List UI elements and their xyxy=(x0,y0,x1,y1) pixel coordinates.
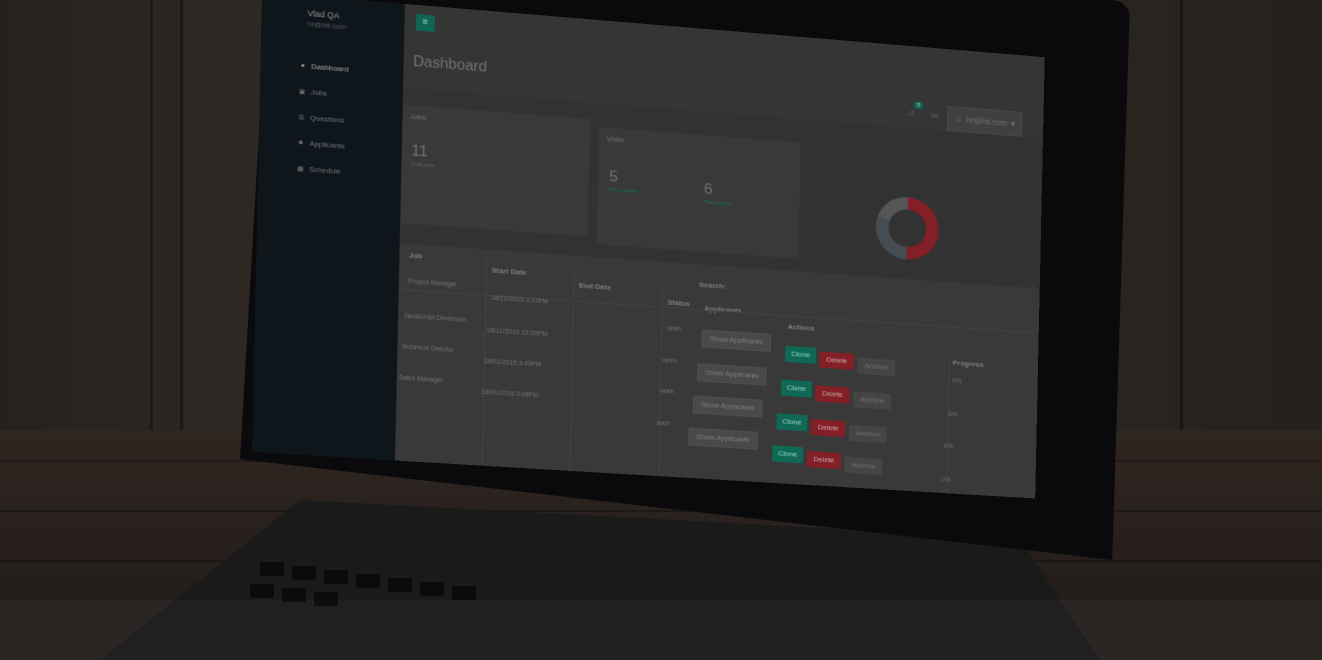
cell-job: Technical Director xyxy=(401,343,454,354)
sidebar-item-schedule[interactable]: ▦ Schedule xyxy=(296,164,401,180)
cell-status: open xyxy=(666,325,682,333)
archive-button[interactable]: Archive xyxy=(853,391,892,410)
visits-this-label: This month xyxy=(703,199,731,208)
jobs-panel: Jobs 11 Total jobs xyxy=(400,104,591,237)
cell-status: open xyxy=(659,387,675,396)
delete-button[interactable]: Delete xyxy=(815,385,850,404)
table-divider xyxy=(658,288,664,478)
sidebar-item-dashboard[interactable]: ● Dashboard xyxy=(299,61,404,78)
app-window: Vlad QA hr@hit.com ● Dashboard ▣ Jobs ☰ … xyxy=(252,0,1045,499)
cell-start-date: 18/12/2015 12:00PM xyxy=(486,327,548,338)
table-header-actions: Actions xyxy=(787,322,815,333)
user-menu-label: hr@hit.com xyxy=(966,115,1008,128)
show-applicants-button[interactable]: Show Applicants xyxy=(688,427,759,450)
cell-status: open xyxy=(655,420,671,428)
clone-button[interactable]: Clone xyxy=(780,379,812,398)
wall-plank xyxy=(180,0,183,440)
mail-icon[interactable]: ✉ xyxy=(931,111,938,121)
search-label: Search: xyxy=(699,280,727,291)
clone-button[interactable]: Clone xyxy=(772,445,804,464)
cell-start-date: 18/01/2016 3:48PM xyxy=(481,389,539,400)
jobs-panel-title: Jobs xyxy=(409,112,427,122)
table-header-job: Job xyxy=(408,251,423,261)
sidebar-item-jobs[interactable]: ▣ Jobs xyxy=(298,87,403,103)
cell-progress: 0% xyxy=(943,443,953,451)
cell-start-date: 18/01/2016 3:49PM xyxy=(483,358,542,369)
cell-status: open xyxy=(662,357,677,365)
sidebar-item-questions[interactable]: ☰ Questions xyxy=(298,113,403,129)
visits-panel: Visits 5 Prev month 6 This month xyxy=(596,126,801,259)
user-avatar-icon: ☺ xyxy=(954,114,963,125)
briefcase-icon: ▣ xyxy=(298,88,306,96)
jobs-total-label: Total jobs xyxy=(410,161,435,169)
delete-button[interactable]: Delete xyxy=(810,418,846,438)
cell-start-date: 18/12/2015 3:37PM xyxy=(490,295,549,306)
hamburger-icon: ≡ xyxy=(422,17,429,28)
show-applicants-button[interactable]: Show Applicants xyxy=(692,395,763,418)
visits-panel-title: Visits xyxy=(606,134,624,145)
sidebar: Vlad QA hr@hit.com ● Dashboard ▣ Jobs ☰ … xyxy=(252,0,405,461)
wall-plank xyxy=(1180,0,1183,440)
user-menu-button[interactable]: ☺ hr@hit.com ▾ xyxy=(947,106,1023,137)
table-divider xyxy=(946,353,951,496)
sidebar-user-name: Vlad QA xyxy=(307,8,340,21)
archive-button[interactable]: Archive xyxy=(857,357,896,377)
jobs-table: Job Start Date End Date Search: Status A… xyxy=(394,243,1040,499)
sidebar-item-applicants[interactable]: ☻ Applicants xyxy=(297,138,402,154)
clone-button[interactable]: Clone xyxy=(776,413,808,432)
clone-button[interactable]: Clone xyxy=(785,345,817,364)
table-divider xyxy=(569,273,575,473)
donut-chart xyxy=(871,186,944,271)
delete-button[interactable]: Delete xyxy=(806,450,842,470)
cell-job: Sales Manager xyxy=(398,374,444,384)
cell-progress: 0% xyxy=(941,476,951,484)
show-applicants-button[interactable]: Show Applicants xyxy=(701,329,772,352)
jobs-total-value: 11 xyxy=(411,141,429,161)
visits-prev-value: 5 xyxy=(609,167,619,186)
sidebar-item-label: Applicants xyxy=(309,139,345,151)
laptop-screen: Vlad QA hr@hit.com ● Dashboard ▣ Jobs ☰ … xyxy=(252,0,1142,600)
bell-icon[interactable]: ♫ xyxy=(908,108,915,118)
list-icon: ☰ xyxy=(298,114,305,122)
sidebar-item-label: Dashboard xyxy=(311,62,349,74)
notification-badge: 5 xyxy=(914,101,923,110)
sidebar-user-email: hr@hit.com xyxy=(307,19,347,32)
wall-plank xyxy=(150,0,153,440)
visits-this-value: 6 xyxy=(703,180,713,198)
table-header-progress: Progress xyxy=(952,358,984,369)
calendar-icon: ▦ xyxy=(297,165,304,173)
sidebar-item-label: Jobs xyxy=(310,87,327,98)
archive-button[interactable]: Archive xyxy=(844,456,883,476)
cell-progress: 0% xyxy=(952,378,962,385)
dot-icon: ● xyxy=(300,62,305,70)
table-header-start-date: Start Date xyxy=(491,266,527,277)
table-header-status: Status xyxy=(667,298,691,308)
caret-down-icon: ▾ xyxy=(1010,118,1015,128)
donut-segments xyxy=(882,202,933,255)
cell-progress: 0% xyxy=(947,411,958,419)
main-content: ≡ Dashboard ♫ 5 ✉ ☺ hr@hit.com ▾ Jobs 11… xyxy=(394,3,1045,499)
cell-job: Project Manager xyxy=(408,278,457,289)
archive-button[interactable]: Archive xyxy=(848,424,887,444)
menu-toggle-button[interactable]: ≡ xyxy=(415,13,435,32)
show-applicants-button[interactable]: Show Applicants xyxy=(697,363,767,386)
page-title: Dashboard xyxy=(412,53,487,76)
cell-job: JavaScript Developer xyxy=(403,312,467,324)
delete-button[interactable]: Delete xyxy=(819,351,855,370)
sidebar-item-label: Questions xyxy=(310,113,345,125)
table-header-end-date: End Date xyxy=(578,281,612,292)
users-icon: ☻ xyxy=(297,139,305,147)
visits-prev-label: Prev month xyxy=(608,187,638,195)
sidebar-item-label: Schedule xyxy=(308,165,341,176)
